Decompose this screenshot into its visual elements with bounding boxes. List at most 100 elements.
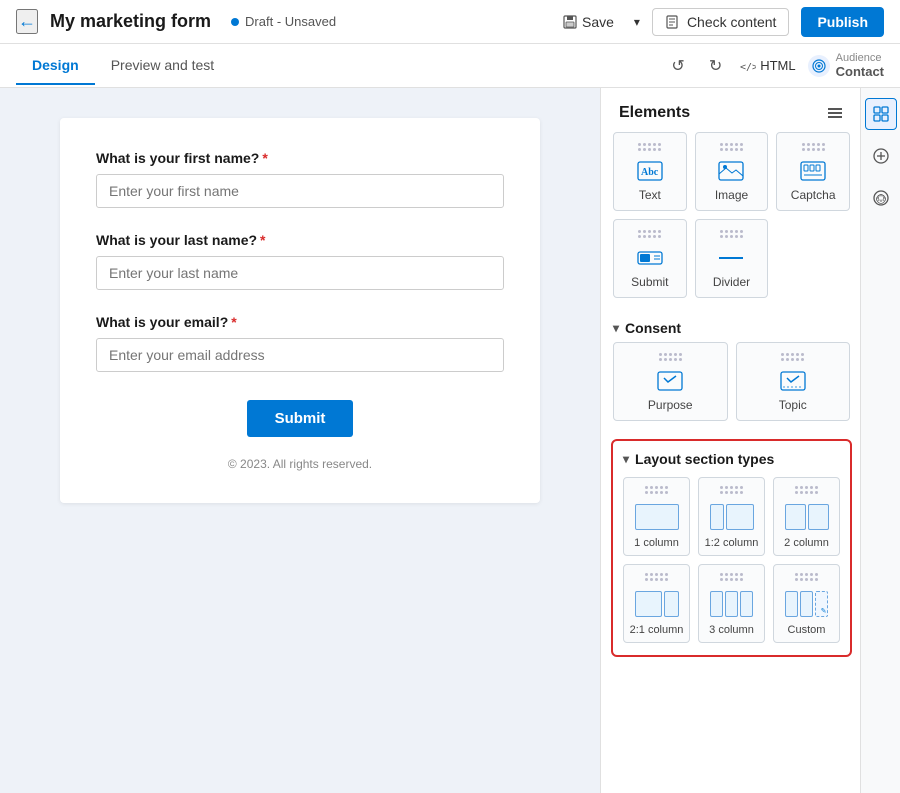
submit-element-icon — [636, 247, 664, 269]
toolbar-right: ↺ ↻ </> HTML Audience Contact — [665, 52, 884, 80]
redo-button[interactable]: ↻ — [703, 52, 728, 80]
image-element-label: Image — [715, 188, 748, 202]
tab-preview[interactable]: Preview and test — [95, 47, 231, 85]
dots-pattern — [638, 143, 661, 151]
check-content-icon — [665, 14, 681, 30]
audience-icon — [808, 55, 830, 77]
1col-visual — [633, 502, 681, 532]
draft-status: Draft - Unsaved — [231, 14, 336, 29]
dots-pattern — [659, 353, 682, 361]
publish-button[interactable]: Publish — [801, 7, 884, 37]
dots-pattern — [795, 486, 818, 494]
topic-element-icon — [779, 370, 807, 392]
element-image[interactable]: Image — [695, 132, 769, 211]
last-name-field: What is your last name?* — [96, 232, 504, 310]
element-text[interactable]: Abc Text — [613, 132, 687, 211]
save-dropdown-button[interactable]: ▾ — [634, 15, 640, 29]
required-star: * — [262, 150, 267, 166]
2col-visual — [783, 502, 831, 532]
layout-custom[interactable]: Custom — [773, 564, 840, 643]
3col-visual — [708, 589, 756, 619]
dots-pattern — [645, 573, 668, 581]
required-star-3: * — [231, 314, 236, 330]
dots-pattern — [781, 353, 804, 361]
consent-grid: Purpose Topic — [601, 342, 862, 431]
image-element-icon — [717, 160, 745, 182]
elements-panel-header: Elements — [601, 88, 862, 132]
panel-expand-icon[interactable] — [826, 104, 844, 122]
element-submit[interactable]: Submit — [613, 219, 687, 298]
custom-visual — [783, 589, 831, 619]
first-name-field: What is your first name?* — [96, 150, 504, 228]
back-button[interactable]: ← — [16, 9, 38, 34]
captcha-element-icon — [799, 160, 827, 182]
svg-text:Abc: Abc — [641, 167, 659, 178]
svg-text:</>: </> — [740, 62, 756, 73]
dots-pattern — [720, 573, 743, 581]
last-name-input[interactable] — [96, 256, 504, 290]
element-divider[interactable]: Divider — [695, 219, 769, 298]
text-element-label: Text — [639, 188, 661, 202]
divider-element-icon — [717, 247, 745, 269]
12col-visual — [708, 502, 756, 532]
last-name-label: What is your last name?* — [96, 232, 504, 248]
layout-section-header[interactable]: ▾ Layout section types — [623, 451, 840, 467]
consent-chevron: ▾ — [613, 321, 619, 335]
audience-text: Audience Contact — [836, 52, 884, 79]
settings-icon — [872, 189, 890, 207]
save-icon — [562, 14, 578, 30]
sidebar-settings-button[interactable] — [865, 182, 897, 214]
target-icon — [812, 59, 826, 73]
header: ← My marketing form Draft - Unsaved Save… — [0, 0, 900, 44]
21col-visual — [633, 589, 681, 619]
dots-pattern — [645, 486, 668, 494]
captcha-element-label: Captcha — [791, 188, 836, 202]
submit-button[interactable]: Submit — [247, 400, 354, 437]
topic-element-label: Topic — [779, 398, 807, 412]
text-element-icon: Abc — [636, 160, 664, 182]
dots-pattern — [720, 143, 743, 151]
toolbar: Design Preview and test ↺ ↻ </> HTML Aud… — [0, 44, 900, 88]
email-field: What is your email?* — [96, 314, 504, 392]
form-canvas: What is your first name?* What is your l… — [0, 88, 600, 793]
layout-grid: 1 column 1:2 column — [623, 477, 840, 643]
purpose-element-label: Purpose — [648, 398, 693, 412]
form-footer: © 2023. All rights reserved. — [96, 457, 504, 471]
check-content-button[interactable]: Check content — [652, 8, 790, 36]
element-purpose[interactable]: Purpose — [613, 342, 728, 421]
html-button[interactable]: </> HTML — [740, 58, 795, 74]
form-card: What is your first name?* What is your l… — [60, 118, 540, 503]
sidebar-add-button[interactable] — [865, 140, 897, 172]
element-topic[interactable]: Topic — [736, 342, 851, 421]
layout-1col[interactable]: 1 column — [623, 477, 690, 556]
submit-element-label: Submit — [631, 275, 668, 289]
undo-button[interactable]: ↺ — [665, 52, 690, 80]
sidebar-icons — [860, 88, 900, 793]
page-title: My marketing form — [50, 11, 211, 32]
first-name-input[interactable] — [96, 174, 504, 208]
element-captcha[interactable]: Captcha — [776, 132, 850, 211]
consent-section-header[interactable]: ▾ Consent — [601, 310, 862, 342]
dots-pattern — [720, 230, 743, 238]
layout-12col[interactable]: 1:2 column — [698, 477, 765, 556]
elements-icon — [872, 105, 890, 123]
email-input[interactable] — [96, 338, 504, 372]
status-text: Draft - Unsaved — [245, 14, 336, 29]
tab-design[interactable]: Design — [16, 47, 95, 85]
dots-pattern — [795, 573, 818, 581]
first-name-label: What is your first name?* — [96, 150, 504, 166]
required-star-2: * — [260, 232, 265, 248]
dots-pattern — [720, 486, 743, 494]
purpose-element-icon — [656, 370, 684, 392]
layout-chevron: ▾ — [623, 452, 629, 466]
divider-element-label: Divider — [713, 275, 750, 289]
layout-3col[interactable]: 3 column — [698, 564, 765, 643]
audience-selector[interactable]: Audience Contact — [808, 52, 884, 79]
html-icon: </> — [740, 58, 756, 74]
sidebar-elements-button[interactable] — [865, 98, 897, 130]
layout-2col[interactable]: 2 column — [773, 477, 840, 556]
save-button[interactable]: Save — [554, 8, 622, 36]
dots-pattern — [638, 230, 661, 238]
layout-21col[interactable]: 2:1 column — [623, 564, 690, 643]
dots-pattern — [802, 143, 825, 151]
